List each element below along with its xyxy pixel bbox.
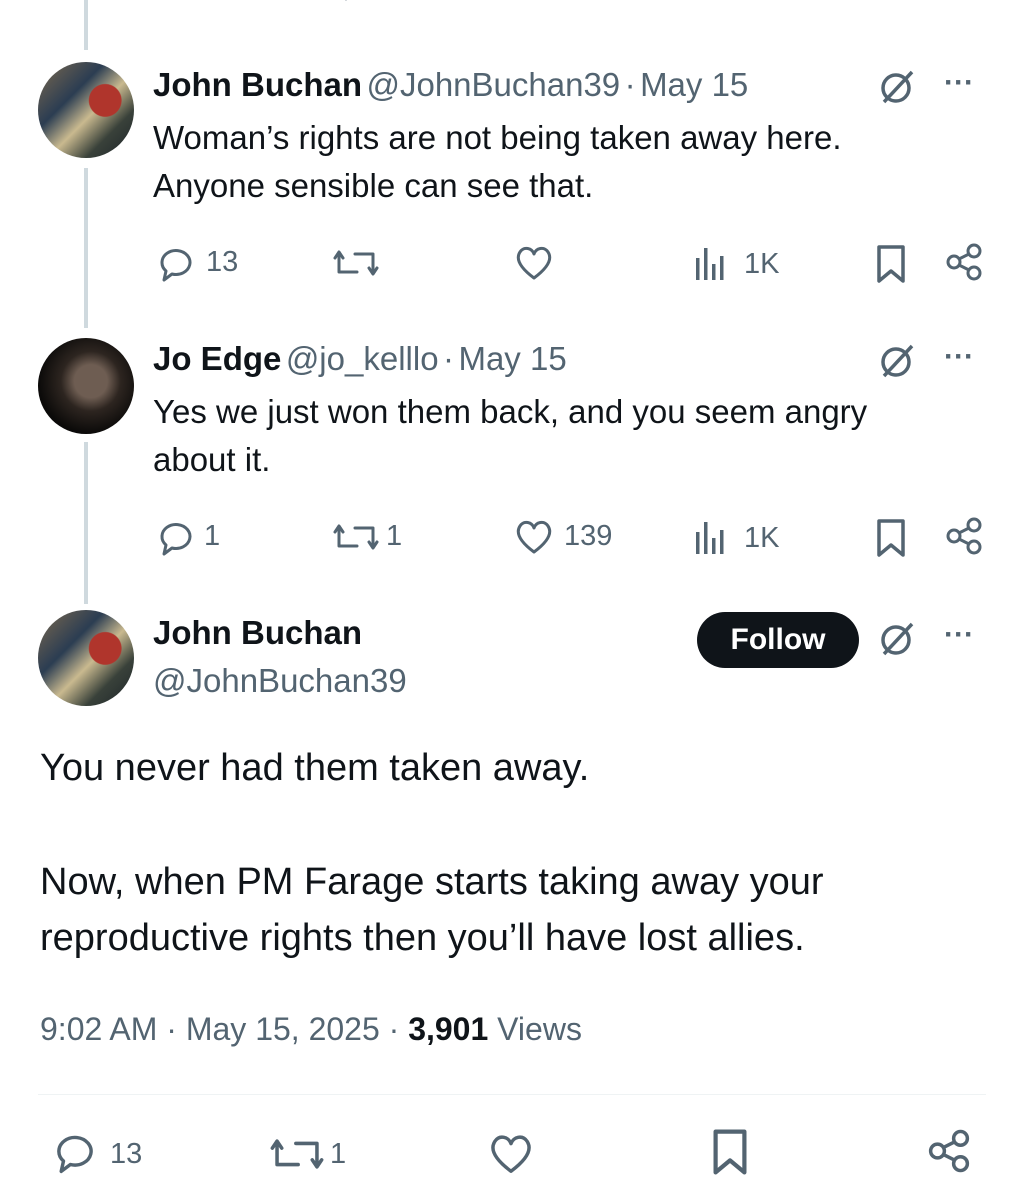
author-handle[interactable]: @JohnBuchan39 [366, 66, 620, 103]
reply-text: Woman’s rights are not being taken away … [153, 114, 842, 210]
tweet-text-para: You never had them taken away. [40, 747, 590, 789]
separator-dot: · [443, 340, 455, 377]
views-icon[interactable] [694, 520, 728, 556]
author-name[interactable]: John Buchan [153, 614, 362, 652]
reply-text-line: about it. [153, 441, 271, 478]
repost-count: 1 [330, 1138, 347, 1170]
repost-icon[interactable] [270, 1134, 324, 1174]
reply-icon[interactable] [156, 518, 196, 558]
reply-text-line: Anyone sensible can see that. [153, 167, 594, 204]
views-label: Views [488, 1011, 582, 1047]
reply-count: 13 [110, 1138, 143, 1170]
more-options-button[interactable]: ··· [944, 66, 974, 100]
bookmark-icon[interactable] [712, 1128, 748, 1176]
like-icon[interactable] [514, 244, 554, 282]
separator-dot: · [624, 66, 636, 103]
views-count: 1K [744, 522, 780, 554]
previous-action-row [0, 0, 1010, 8]
share-icon[interactable] [926, 1128, 972, 1174]
thread-line [84, 168, 88, 328]
grok-icon[interactable] [876, 340, 918, 382]
reply-text: Yes we just won them back, and you seem … [153, 388, 867, 484]
grok-icon[interactable] [876, 66, 918, 108]
reply-count: 13 [206, 246, 239, 278]
like-count: 139 [564, 520, 613, 552]
author-name[interactable]: Jo Edge [153, 340, 281, 377]
follow-button[interactable]: Follow [697, 612, 859, 668]
timestamp-text[interactable]: 9:02 AM · May 15, 2025 · [40, 1011, 408, 1047]
like-icon[interactable] [488, 1132, 534, 1176]
more-options-button[interactable]: ··· [944, 340, 974, 374]
thread-line [84, 442, 88, 604]
author-handle[interactable]: @JohnBuchan39 [153, 662, 407, 700]
avatar[interactable] [38, 338, 134, 434]
reply-header: John Buchan @JohnBuchan39 · May 15 [153, 66, 748, 104]
tweet-text-line: Now, when PM Farage starts taking away y… [40, 861, 824, 903]
reply-text-line: Woman’s rights are not being taken away … [153, 119, 842, 156]
divider [38, 1094, 986, 1095]
bookmark-icon[interactable] [876, 244, 906, 284]
reply-icon[interactable] [52, 1130, 98, 1176]
more-options-button[interactable]: ··· [944, 618, 974, 652]
post-date[interactable]: May 15 [640, 66, 748, 103]
author-name[interactable]: John Buchan [153, 66, 362, 103]
reply-icon[interactable] [156, 244, 196, 284]
views-number: 3,901 [408, 1011, 489, 1047]
reply-count: 1 [204, 520, 221, 552]
like-icon[interactable] [514, 518, 554, 556]
author-handle[interactable]: @jo_kelllo [286, 340, 439, 377]
reply-text-line: Yes we just won them back, and you seem … [153, 393, 868, 430]
share-icon[interactable] [944, 516, 984, 556]
repost-icon[interactable] [333, 246, 379, 280]
grok-icon[interactable] [876, 618, 918, 660]
tweet-text-line: reproductive rights then you’ll have los… [40, 917, 805, 959]
views-icon[interactable] [694, 246, 728, 282]
repost-count: 1 [386, 520, 403, 552]
reply-header: Jo Edge @jo_kelllo · May 15 [153, 340, 567, 378]
avatar[interactable] [38, 62, 134, 158]
tweet-text-para: Now, when PM Farage starts taking away y… [40, 854, 824, 966]
share-icon[interactable] [944, 242, 984, 282]
repost-icon[interactable] [333, 520, 379, 554]
tweet-timestamp: 9:02 AM · May 15, 2025 · 3,901 Views [40, 1011, 582, 1048]
bookmark-icon[interactable] [876, 518, 906, 558]
post-date[interactable]: May 15 [458, 340, 566, 377]
views-count: 1K [744, 248, 780, 280]
avatar[interactable] [38, 610, 134, 706]
